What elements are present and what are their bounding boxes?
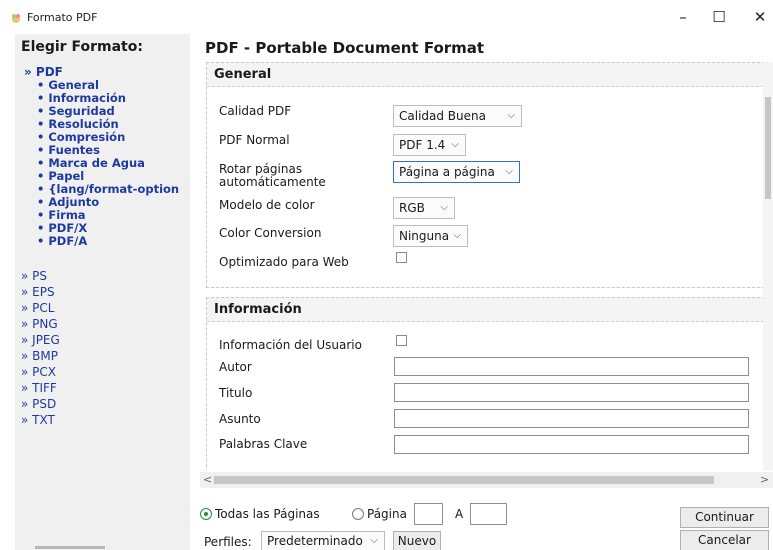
format-eps-link[interactable]: » EPS — [21, 284, 60, 300]
perfiles-select[interactable]: Predeterminado ⌵ — [261, 531, 385, 550]
rotar-select[interactable]: Página a página ⌵ — [393, 161, 520, 183]
format-ps-link[interactable]: » PS — [21, 268, 60, 284]
options-content: General Calidad PDF Calidad Buena ⌵ PDF … — [200, 62, 767, 470]
chevron-down-icon: ⌵ — [453, 230, 461, 241]
page-title: PDF - Portable Document Format — [205, 39, 485, 57]
close-button[interactable]: ✕ — [747, 6, 773, 28]
titulo-label: Titulo — [219, 386, 253, 400]
chevron-down-icon: ⌵ — [507, 110, 515, 121]
chevron-down-icon: ⌵ — [370, 535, 378, 546]
vertical-scroll-thumb[interactable] — [765, 97, 771, 199]
modelo-value: RGB — [399, 201, 425, 215]
calidad-value: Calidad Buena — [399, 109, 486, 123]
sidebar-scrollbar[interactable] — [35, 546, 105, 549]
scroll-right-icon[interactable]: > — [760, 472, 769, 488]
perfiles-label: Perfiles: — [204, 535, 252, 549]
claves-label: Palabras Clave — [219, 437, 308, 451]
conversion-value: Ninguna — [399, 229, 450, 243]
modelo-label: Modelo de color — [219, 198, 315, 212]
claves-input[interactable] — [394, 435, 749, 454]
info-section: Información Información del Usuario Auto… — [206, 297, 765, 470]
modelo-select[interactable]: RGB ⌵ — [393, 197, 455, 219]
nuevo-button[interactable]: Nuevo — [393, 531, 441, 550]
format-bmp-link[interactable]: » BMP — [21, 348, 60, 364]
cancelar-button[interactable]: Cancelar — [680, 530, 769, 550]
web-label: Optimizado para Web — [219, 255, 349, 269]
format-list: » PS » EPS » PCL » PNG » JPEG » BMP » PC… — [21, 268, 60, 428]
pdf-subitems: • General • Información • Seguridad • Re… — [37, 79, 179, 248]
pdf-item-pdfa[interactable]: • PDF/A — [37, 235, 179, 248]
a-label: A — [455, 507, 464, 521]
autor-input[interactable] — [394, 357, 749, 376]
format-pcx-link[interactable]: » PCX — [21, 364, 60, 380]
titulo-input[interactable] — [394, 383, 749, 402]
title-bar: Formato PDF – ☐ ✕ — [0, 0, 773, 34]
perfiles-value: Predeterminado — [267, 534, 363, 548]
format-txt-link[interactable]: » TXT — [21, 412, 60, 428]
format-pcl-link[interactable]: » PCL — [21, 300, 60, 316]
sidebar-heading: Elegir Formato: — [21, 39, 143, 55]
usuario-checkbox[interactable] — [396, 335, 407, 346]
window-title: Formato PDF — [27, 11, 98, 24]
format-psd-link[interactable]: » PSD — [21, 396, 60, 412]
chevron-down-icon: ⌵ — [505, 166, 513, 177]
chevron-down-icon: ⌵ — [451, 139, 459, 150]
info-body: Información del Usuario Autor Titulo Asu… — [207, 322, 764, 470]
general-section: General Calidad PDF Calidad Buena ⌵ PDF … — [206, 62, 765, 288]
scroll-left-icon[interactable]: < — [203, 472, 212, 488]
minimize-button[interactable]: – — [670, 6, 696, 28]
continuar-button[interactable]: Continuar — [680, 507, 769, 528]
normal-select[interactable]: PDF 1.4 ⌵ — [393, 134, 466, 156]
conversion-select[interactable]: Ninguna ⌵ — [393, 225, 468, 247]
calidad-label: Calidad PDF — [219, 104, 292, 118]
general-heading: General — [214, 67, 272, 82]
rotar-value: Página a página — [399, 165, 495, 179]
todas-label: Todas las Páginas — [215, 507, 320, 521]
usuario-label: Información del Usuario — [219, 338, 362, 352]
format-pdf-link[interactable]: » PDF — [24, 65, 63, 79]
normal-label: PDF Normal — [219, 133, 290, 147]
info-heading: Información — [214, 302, 302, 317]
format-tiff-link[interactable]: » TIFF — [21, 380, 60, 396]
conversion-label: Color Conversion — [219, 226, 322, 240]
pagina-label: Página — [367, 507, 407, 521]
content-horizontal-scrollbar[interactable]: < > — [200, 472, 773, 488]
maximize-button[interactable]: ☐ — [706, 6, 732, 28]
calidad-select[interactable]: Calidad Buena ⌵ — [393, 105, 522, 127]
asunto-label: Asunto — [219, 412, 261, 426]
horizontal-scroll-thumb[interactable] — [214, 476, 714, 484]
rotar-label-line1: Rotar páginas — [219, 162, 303, 176]
format-jpeg-link[interactable]: » JPEG — [21, 332, 60, 348]
pagina-to-input[interactable] — [470, 503, 507, 525]
app-icon — [12, 14, 20, 23]
pagina-radio[interactable] — [352, 508, 364, 520]
pagina-from-input[interactable] — [414, 503, 443, 525]
format-png-link[interactable]: » PNG — [21, 316, 60, 332]
web-checkbox[interactable] — [396, 252, 407, 263]
asunto-input[interactable] — [394, 409, 749, 428]
general-body: Calidad PDF Calidad Buena ⌵ PDF Normal P… — [207, 87, 764, 287]
content-vertical-scrollbar[interactable] — [763, 62, 773, 470]
normal-value: PDF 1.4 — [399, 138, 446, 152]
format-sidebar: Elegir Formato: » PDF • General • Inform… — [15, 34, 190, 550]
autor-label: Autor — [219, 360, 252, 374]
todas-radio[interactable] — [200, 508, 212, 520]
rotar-label-line2: automáticamente — [219, 175, 326, 189]
chevron-down-icon: ⌵ — [440, 202, 448, 213]
